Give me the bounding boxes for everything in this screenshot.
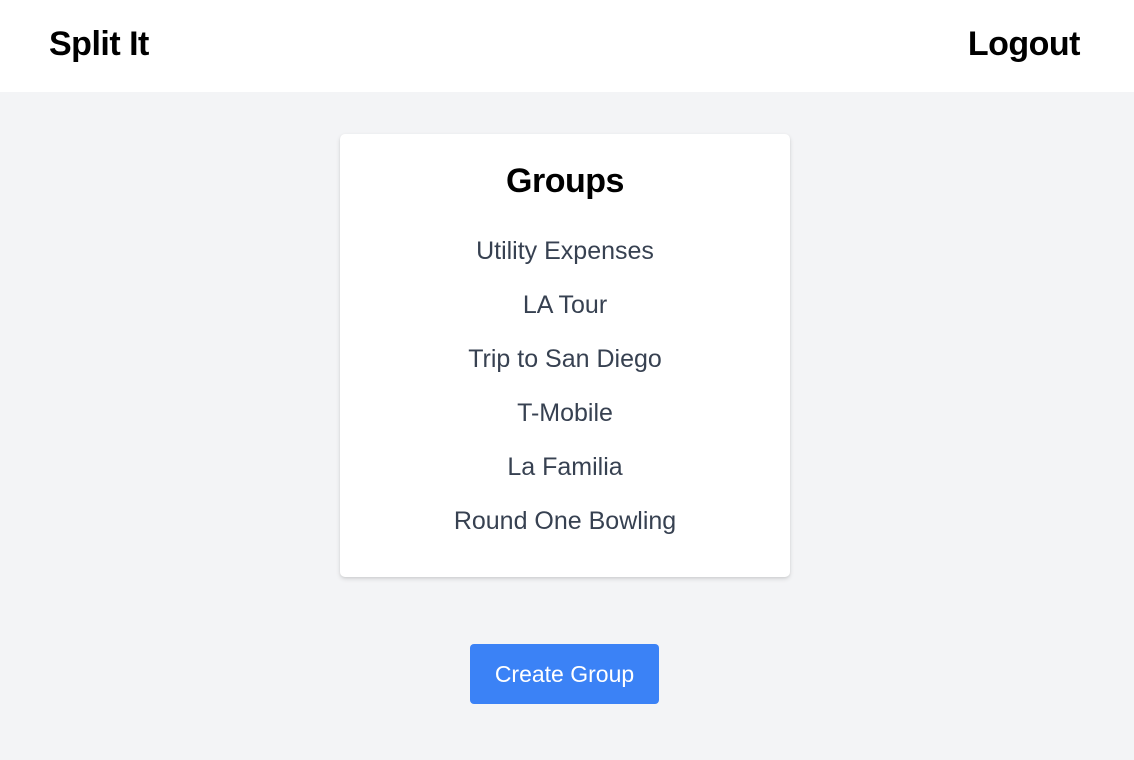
top-navbar: Split It Logout [0, 0, 1134, 92]
group-item-la-familia[interactable]: La Familia [340, 447, 790, 501]
group-item-la-tour[interactable]: LA Tour [340, 285, 790, 339]
groups-heading: Groups [506, 162, 624, 200]
create-group-button[interactable]: Create Group [470, 644, 659, 704]
group-item-round-one-bowling[interactable]: Round One Bowling [340, 501, 790, 555]
group-item-t-mobile[interactable]: T-Mobile [340, 393, 790, 447]
group-item-trip-to-san-diego[interactable]: Trip to San Diego [340, 339, 790, 393]
groups-list: Utility Expenses LA Tour Trip to San Die… [340, 231, 790, 555]
group-item-utility-expenses[interactable]: Utility Expenses [340, 231, 790, 285]
groups-card: Groups Utility Expenses LA Tour Trip to … [340, 134, 790, 577]
logout-link[interactable]: Logout [968, 23, 1081, 65]
app-title[interactable]: Split It [49, 23, 149, 65]
